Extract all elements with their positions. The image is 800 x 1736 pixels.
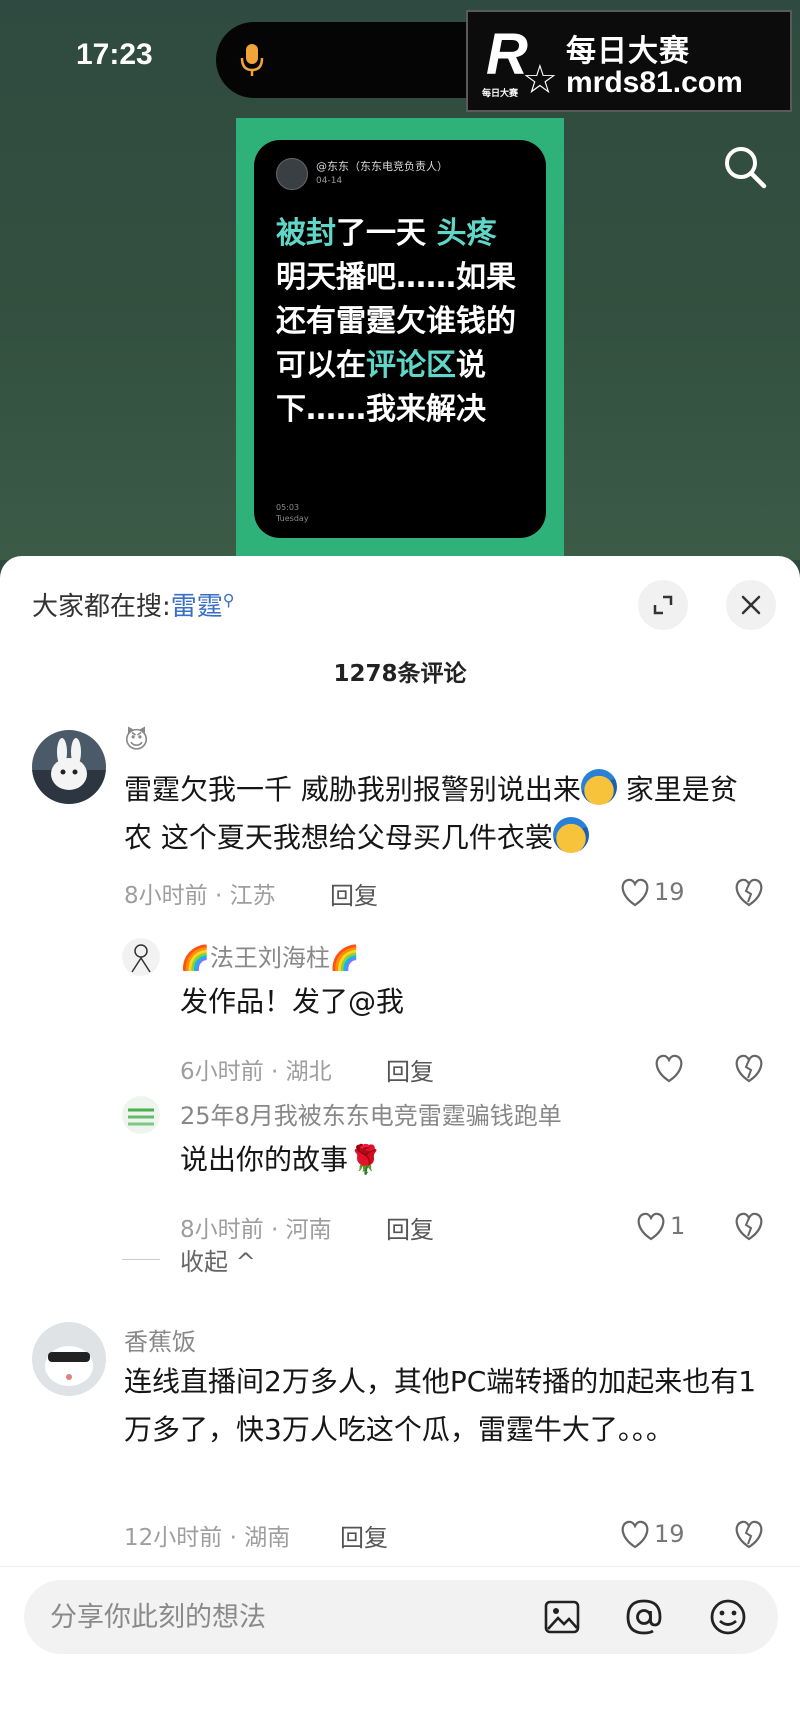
like-button[interactable]: 19 — [618, 1518, 685, 1550]
avatar[interactable] — [122, 938, 160, 976]
reply-button[interactable]: 回复 — [330, 876, 378, 911]
avatar[interactable] — [122, 1096, 160, 1134]
broken-heart-icon[interactable] — [732, 1518, 766, 1550]
broken-heart-icon[interactable] — [732, 1052, 766, 1084]
reply-item: 25年8月我被东东电竞雷霆骗钱跑单 说出你的故事🌹 8小时前 · 河南 回复 1 — [0, 1086, 800, 1244]
search-icon[interactable] — [720, 142, 770, 192]
comment-input[interactable] — [48, 1594, 528, 1640]
at-icon[interactable] — [624, 1597, 664, 1637]
heart-icon — [621, 878, 649, 907]
avatar[interactable] — [32, 1322, 106, 1396]
heart-icon — [655, 1054, 683, 1083]
comment-text: 雷霆欠我一千 威胁我别报警别说出来 家里是贫农 这个夏天我想给父母买几件衣裳 — [124, 766, 764, 862]
watermark-title: 每日大赛 — [566, 34, 690, 69]
search-small-icon: ⚲ — [222, 590, 235, 610]
heart-icon — [621, 1520, 649, 1549]
comment-item: 香蕉饭 连线直播间2万多人，其他PC端转播的加起来也有1万多了，快3万人吃这个瓜… — [0, 1322, 800, 1562]
emoji-icon[interactable] — [708, 1597, 748, 1637]
like-button[interactable]: 19 — [618, 876, 685, 908]
expand-icon — [653, 595, 673, 615]
comment-author[interactable]: 香蕉饭 — [124, 1322, 196, 1357]
video-player[interactable]: 17:23 R ☆ 每日大赛 每日大赛 mrds81.com @东东（东东电竞负… — [0, 0, 800, 560]
comment-time-location: 8小时前 · 河南 — [180, 1217, 332, 1243]
status-time: 17:23 — [76, 38, 153, 71]
like-count: 1 — [670, 1212, 686, 1240]
post-date: 04-14 — [316, 176, 343, 186]
comment-text: 发作品！发了@我 — [180, 985, 405, 1018]
input-divider — [0, 1566, 800, 1567]
comment-time-location: 6小时前 · 湖北 — [180, 1059, 332, 1085]
comment-text: 说出你的故事🌹 — [180, 1143, 383, 1176]
comment-count: 1278条评论 — [333, 661, 467, 687]
comment-time-location: 12小时前 · 湖南 — [124, 1525, 291, 1551]
post-time: 05:03 Tuesday — [276, 503, 309, 523]
reply-button[interactable]: 回复 — [386, 1052, 434, 1087]
comment-time-location: 8小时前 · 江苏 — [124, 883, 276, 909]
reply-button[interactable]: 回复 — [340, 1518, 388, 1553]
emoji-icon — [552, 817, 589, 853]
emoji-icon — [580, 769, 617, 805]
broken-heart-icon[interactable] — [732, 1210, 766, 1242]
watermark-logo: R ☆ 每日大赛 — [482, 22, 558, 103]
like-count: 19 — [654, 878, 685, 906]
collapse-divider — [122, 1259, 160, 1260]
comment-input-bar — [24, 1580, 778, 1654]
comment-author[interactable]: 🌈法王刘海柱🌈 — [180, 938, 360, 973]
video-frame: @东东（东东电竞负责人） 04-14 被封了一天 头疼 明天播吧……如果还有雷霆欠… — [236, 118, 564, 560]
close-button[interactable] — [726, 580, 776, 630]
reply-button[interactable]: 回复 — [386, 1210, 434, 1245]
comment-author[interactable]: 😈 — [124, 726, 149, 754]
avatar[interactable] — [32, 730, 106, 804]
reply-item: 🌈法王刘海柱🌈 发作品！发了@我 6小时前 · 湖北 回复 — [0, 928, 800, 1086]
post-screenshot: @东东（东东电竞负责人） 04-14 被封了一天 头疼 明天播吧……如果还有雷霆欠… — [254, 140, 546, 538]
comment-author[interactable]: 25年8月我被东东电竞雷霆骗钱跑单 — [180, 1096, 562, 1131]
like-button[interactable] — [652, 1052, 686, 1084]
like-count: 19 — [654, 1520, 685, 1548]
expand-button[interactable] — [638, 580, 688, 630]
post-author-avatar — [276, 158, 308, 190]
watermark-url: mrds81.com — [566, 66, 743, 99]
heart-icon — [637, 1212, 665, 1241]
close-icon — [741, 595, 761, 615]
comment-text: 连线直播间2万多人，其他PC端转播的加起来也有1万多了，快3万人吃这个瓜，雷霆牛… — [124, 1365, 757, 1446]
broken-heart-icon[interactable] — [732, 876, 766, 908]
like-button[interactable]: 1 — [634, 1210, 685, 1242]
hot-search[interactable]: 大家都在搜:雷霆⚲ — [32, 586, 235, 623]
hot-search-keyword[interactable]: 雷霆 — [171, 592, 223, 622]
collapse-replies-button[interactable]: 收起 ^ — [180, 1242, 256, 1277]
post-text: 被封了一天 头疼 明天播吧……如果还有雷霆欠谁钱的可以在评论区说下……我来解决 — [276, 216, 516, 427]
image-icon[interactable] — [542, 1597, 582, 1637]
comment-sheet: 大家都在搜:雷霆⚲ 1278条评论 😈 雷霆欠我一千 威胁我别报警别说出来 家里… — [0, 556, 800, 1736]
mic-icon — [240, 44, 264, 76]
watermark: R ☆ 每日大赛 每日大赛 mrds81.com — [466, 10, 792, 112]
post-author: @东东（东东电竞负责人） — [316, 160, 448, 173]
